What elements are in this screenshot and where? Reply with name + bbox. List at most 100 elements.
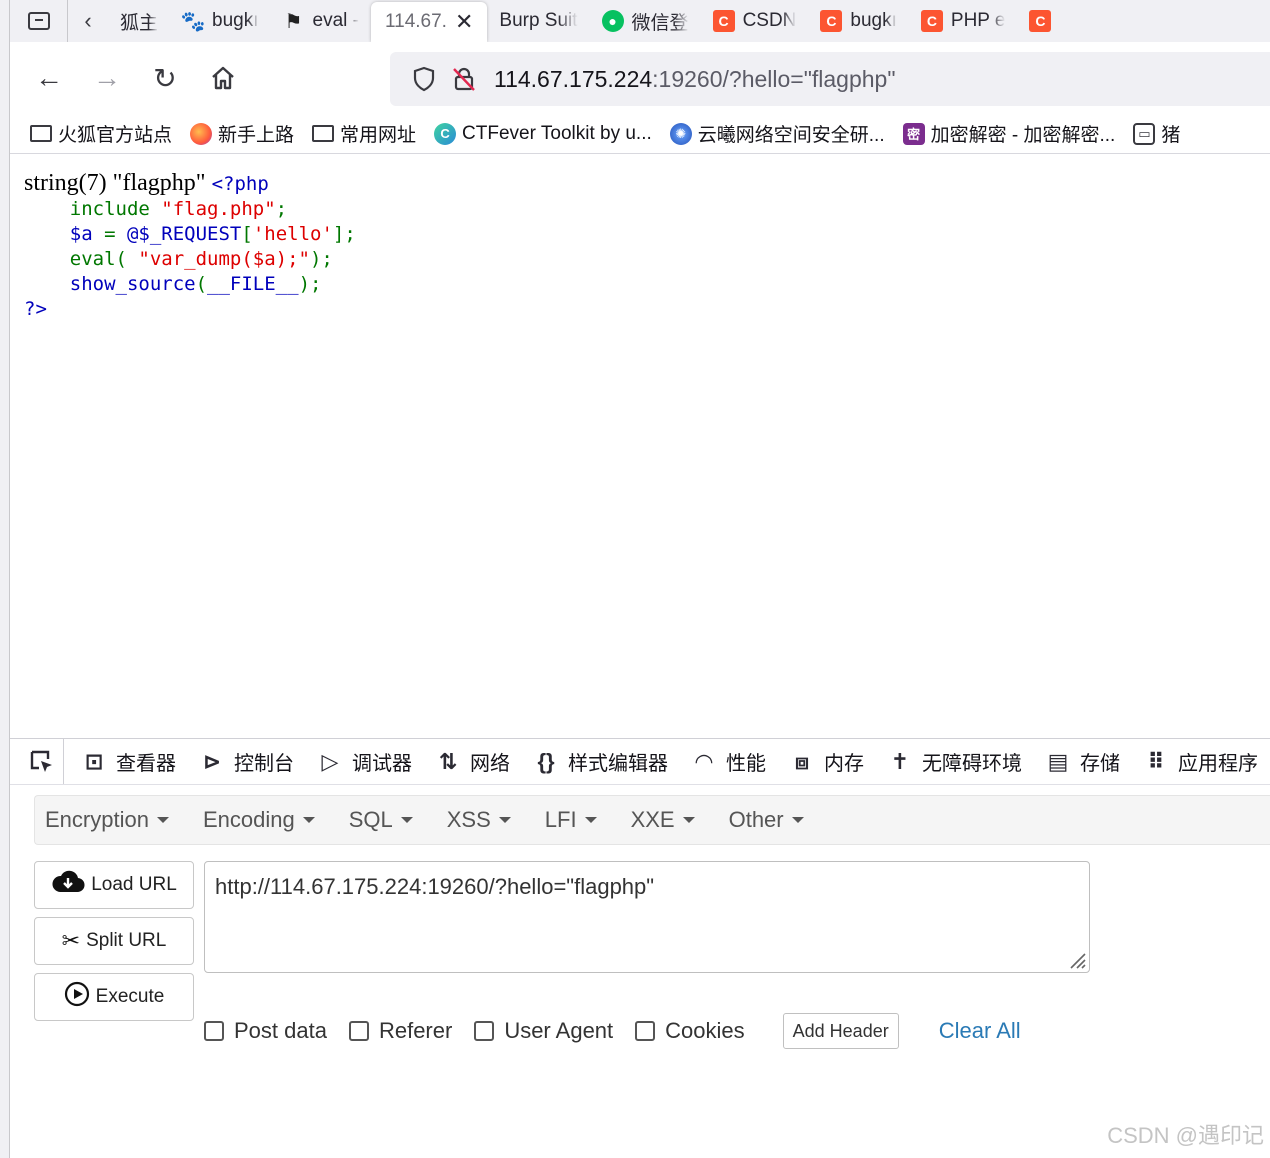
tab-5[interactable]: ● 微信登 bbox=[590, 0, 701, 42]
address-bar[interactable]: 114.67.175.224:19260/?hello="flagphp" bbox=[390, 52, 1270, 106]
cookies-checkbox[interactable]: Cookies bbox=[635, 1018, 745, 1044]
bookmark-item[interactable]: ▭ 猪 bbox=[1133, 120, 1180, 147]
watermark: CSDN @遇印记 bbox=[1107, 1123, 1264, 1148]
shield-icon[interactable] bbox=[404, 66, 444, 92]
code-token: __FILE__ bbox=[207, 273, 299, 295]
code-token: eval( bbox=[24, 248, 139, 270]
url-path: :19260/?hello="flagphp" bbox=[652, 65, 896, 92]
bookmark-item[interactable]: C CTFever Toolkit by u... bbox=[434, 122, 652, 145]
tab-label: 微信登 bbox=[631, 12, 689, 34]
code-token: ); bbox=[298, 273, 322, 295]
bookmark-item[interactable]: ✺ 云曦网络空间安全研... bbox=[669, 120, 885, 147]
home-icon bbox=[212, 66, 234, 90]
devtools-tab-label: 调试器 bbox=[352, 753, 412, 775]
resize-grip-icon[interactable] bbox=[1065, 948, 1087, 970]
element-picker-button[interactable] bbox=[20, 739, 64, 784]
back-button[interactable]: ← bbox=[20, 49, 78, 107]
checkbox-box[interactable] bbox=[635, 1021, 656, 1041]
devtools-tab-storage[interactable]: ▤ 存储 bbox=[1034, 739, 1132, 784]
hackbar-url-textarea[interactable]: http://114.67.175.224:19260/?hello="flag… bbox=[204, 861, 1090, 973]
tab-2[interactable]: ⚑ eval - bbox=[271, 0, 371, 42]
close-icon[interactable]: ✕ bbox=[455, 9, 473, 35]
post-data-checkbox[interactable]: Post data bbox=[204, 1018, 327, 1044]
code-token: show_source bbox=[24, 273, 196, 295]
arrow-right-icon: → bbox=[93, 62, 121, 93]
tab-0[interactable]: 狐主 bbox=[108, 0, 170, 42]
tab-1[interactable]: 🐾 bugkı bbox=[170, 0, 270, 42]
insecure-lock-icon[interactable] bbox=[444, 66, 484, 92]
csdn-icon: C bbox=[920, 10, 943, 32]
bookmark-label: 新手上路 bbox=[218, 125, 295, 146]
execute-button[interactable]: Execute bbox=[34, 973, 194, 1021]
hackbar-menu-xxe[interactable]: XXE bbox=[631, 807, 695, 833]
baidu-paw-icon: 🐾 bbox=[180, 10, 206, 33]
devtools-tab-inspector[interactable]: ⊡ 查看器 bbox=[70, 739, 188, 784]
checkbox-box[interactable] bbox=[204, 1021, 224, 1041]
bookmark-item[interactable]: 密 加密解密 - 加密解密... bbox=[902, 120, 1115, 147]
tab-scroll-left-button[interactable]: ‹ bbox=[68, 0, 108, 42]
folder-icon bbox=[30, 125, 52, 142]
tab-4[interactable]: Burp Suit bbox=[487, 0, 589, 42]
firefox-icon bbox=[190, 122, 213, 145]
menu-label: Other bbox=[728, 807, 784, 832]
code-token: ; bbox=[275, 198, 288, 220]
tab-3-active[interactable]: 114.67. ✕ bbox=[370, 2, 488, 42]
referer-checkbox[interactable]: Referer bbox=[348, 1018, 452, 1044]
bookmark-item[interactable]: 火狐官方站点 bbox=[30, 120, 172, 147]
menu-label: XXE bbox=[630, 807, 675, 832]
devtools-tab-debugger[interactable]: ▷ 调试器 bbox=[306, 739, 424, 784]
tab-7[interactable]: C bugkı bbox=[808, 0, 908, 42]
url-text[interactable]: 114.67.175.224:19260/?hello="flagphp" bbox=[494, 66, 896, 93]
add-header-button[interactable]: Add Header bbox=[782, 1013, 899, 1049]
devtools-tab-network[interactable]: ⇅ 网络 bbox=[424, 739, 522, 784]
code-token: "flag.php" bbox=[161, 198, 276, 220]
forward-button[interactable]: → bbox=[78, 49, 136, 107]
hackbar-menu-xss[interactable]: XSS bbox=[447, 807, 511, 833]
devtools-tab-label: 性能 bbox=[726, 753, 766, 775]
tab-9[interactable]: C bbox=[1017, 0, 1063, 42]
checkbox-box[interactable] bbox=[348, 1021, 369, 1041]
tab-6[interactable]: C CSDN bbox=[701, 0, 809, 42]
tab-label: eval - bbox=[312, 10, 359, 31]
hackbar-menu-lfi[interactable]: LFI bbox=[545, 807, 597, 833]
csdn-icon: C bbox=[820, 10, 843, 32]
tab-overview-button[interactable] bbox=[10, 0, 68, 42]
devtools-tab-memory[interactable]: ⧈ 内存 bbox=[778, 739, 876, 784]
devtools-tab-style-editor[interactable]: {} 样式编辑器 bbox=[522, 739, 680, 784]
code-token: ( bbox=[195, 273, 208, 295]
var-dump-output: string(7) "flagphp" bbox=[24, 170, 212, 196]
devtools-tab-performance[interactable]: ◠ 性能 bbox=[680, 739, 778, 784]
user-agent-checkbox[interactable]: User Agent bbox=[474, 1018, 613, 1044]
reload-button[interactable]: ↻ bbox=[136, 49, 194, 107]
bookmark-item[interactable]: 常用网址 bbox=[312, 120, 416, 147]
network-icon: ⇅ bbox=[438, 748, 458, 774]
devtools-tab-label: 内存 bbox=[824, 753, 864, 775]
bookmark-item[interactable]: 新手上路 bbox=[190, 120, 294, 147]
hackbar-menu-encoding[interactable]: Encoding bbox=[203, 807, 315, 833]
home-button[interactable] bbox=[194, 49, 252, 107]
checkbox-box[interactable] bbox=[474, 1021, 495, 1041]
caret-down-icon bbox=[498, 817, 511, 823]
debugger-icon: ▷ bbox=[321, 748, 339, 774]
code-token: $a bbox=[24, 223, 105, 245]
play-circle-icon bbox=[64, 981, 90, 1013]
hackbar-menu-other[interactable]: Other bbox=[729, 807, 804, 833]
crypto-icon: 密 bbox=[902, 122, 925, 145]
devtools-panel: ⊡ 查看器 ⊳ 控制台 ▷ 调试器 ⇅ 网络 {} 样式编辑器 ◠ 性能 ⧈ 内存 ✝ 无障碍环… bbox=[10, 738, 1270, 1158]
yunxi-icon: ✺ bbox=[669, 122, 692, 145]
devtools-tab-accessibility[interactable]: ✝ 无障碍环境 bbox=[876, 739, 1034, 784]
tab-8[interactable]: C PHP e bbox=[909, 0, 1018, 42]
clear-all-link[interactable]: Clear All bbox=[939, 1018, 1021, 1044]
devtools-tab-label: 无障碍环境 bbox=[922, 753, 1022, 775]
hackbar-menu-sql[interactable]: SQL bbox=[349, 807, 413, 833]
code-token: @$_REQUEST bbox=[126, 223, 242, 245]
load-url-button[interactable]: Load URL bbox=[34, 861, 194, 909]
bookmark-label: 云曦网络空间安全研... bbox=[697, 125, 885, 146]
devtools-tab-console[interactable]: ⊳ 控制台 bbox=[188, 739, 306, 784]
wechat-icon: ● bbox=[601, 10, 624, 32]
devtools-tab-label: 网络 bbox=[470, 753, 510, 775]
devtools-tab-application[interactable]: ⠿ 应用程序 bbox=[1132, 739, 1270, 784]
split-url-button[interactable]: ✂ Split URL bbox=[34, 917, 194, 965]
hackbar-menu-encryption[interactable]: Encryption bbox=[45, 807, 169, 833]
checkered-flag-icon: ⚑ bbox=[284, 10, 303, 33]
